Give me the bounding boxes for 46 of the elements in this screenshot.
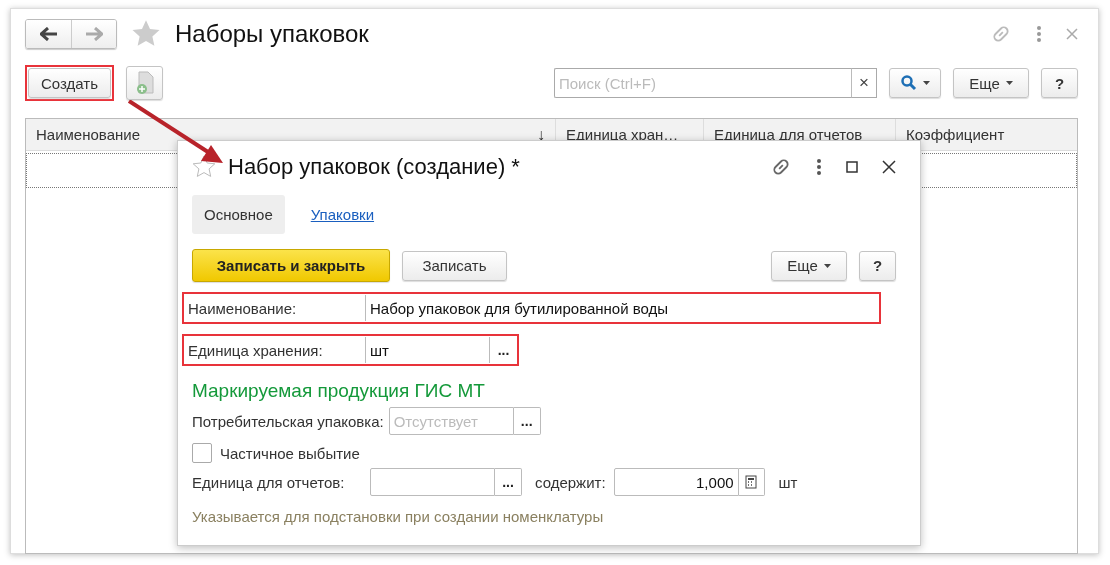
column-header[interactable]: Коэффициент bbox=[896, 119, 1077, 150]
document-add-icon bbox=[134, 71, 155, 95]
field-label: содержит: bbox=[535, 473, 606, 491]
choose-button[interactable]: ... bbox=[513, 407, 541, 435]
search-icon bbox=[900, 75, 917, 91]
window-title: Наборы упаковок bbox=[175, 20, 369, 48]
save-button[interactable]: Записать bbox=[402, 250, 507, 281]
more-button[interactable]: Еще bbox=[953, 68, 1029, 98]
help-button[interactable]: ? bbox=[859, 250, 896, 281]
search-button[interactable] bbox=[889, 68, 941, 98]
caret-icon bbox=[922, 81, 930, 85]
more-dots-icon[interactable] bbox=[816, 159, 822, 175]
star-icon[interactable] bbox=[192, 155, 216, 179]
choose-button[interactable]: ... bbox=[495, 468, 522, 496]
consumer-pack-input[interactable]: Отсутствует bbox=[388, 407, 514, 435]
help-button[interactable]: ? bbox=[1041, 68, 1078, 98]
field-label: Единица хранения: bbox=[188, 341, 324, 359]
save-and-close-button[interactable]: Записать и закрыть bbox=[192, 249, 390, 282]
field-label: Наименование: bbox=[188, 299, 298, 317]
field-label: Единица для отчетов: bbox=[192, 473, 346, 491]
checkbox[interactable] bbox=[192, 443, 212, 463]
tab[interactable]: Основное bbox=[192, 194, 285, 234]
create-button[interactable]: Создать bbox=[28, 68, 111, 98]
close-icon[interactable] bbox=[882, 160, 896, 174]
report-unit-input[interactable] bbox=[370, 468, 495, 496]
calculator-button[interactable] bbox=[738, 468, 765, 496]
back-button[interactable] bbox=[26, 20, 71, 48]
more-dots-icon[interactable] bbox=[1036, 26, 1042, 42]
calculator-icon bbox=[745, 475, 758, 489]
tab[interactable]: Упаковки bbox=[298, 194, 387, 234]
dialog-title: Набор упаковок (создание) * bbox=[228, 154, 520, 180]
checkbox-label: Частичное выбытие bbox=[220, 444, 360, 462]
forward-arrow-icon bbox=[85, 27, 103, 41]
maximize-icon[interactable] bbox=[846, 161, 858, 173]
more-button[interactable]: Еще bbox=[771, 250, 847, 281]
unit-label: шт bbox=[778, 473, 798, 491]
section-heading: Маркируемая продукция ГИС МТ bbox=[192, 380, 486, 402]
search-field[interactable]: Поиск (Ctrl+F) bbox=[554, 68, 851, 98]
back-arrow-icon bbox=[39, 27, 58, 41]
quantity-input[interactable]: 1,000 bbox=[613, 468, 739, 496]
clear-search-button[interactable]: × bbox=[851, 68, 877, 98]
caret-icon bbox=[823, 263, 831, 268]
hint-text: Указывается для подстановки при создании номенклатуры bbox=[192, 508, 605, 525]
caret-icon bbox=[1005, 81, 1013, 85]
name-input[interactable]: Набор упаковок для бутилированной воды bbox=[365, 295, 879, 321]
field-label: Потребительская упаковка: bbox=[192, 412, 384, 430]
